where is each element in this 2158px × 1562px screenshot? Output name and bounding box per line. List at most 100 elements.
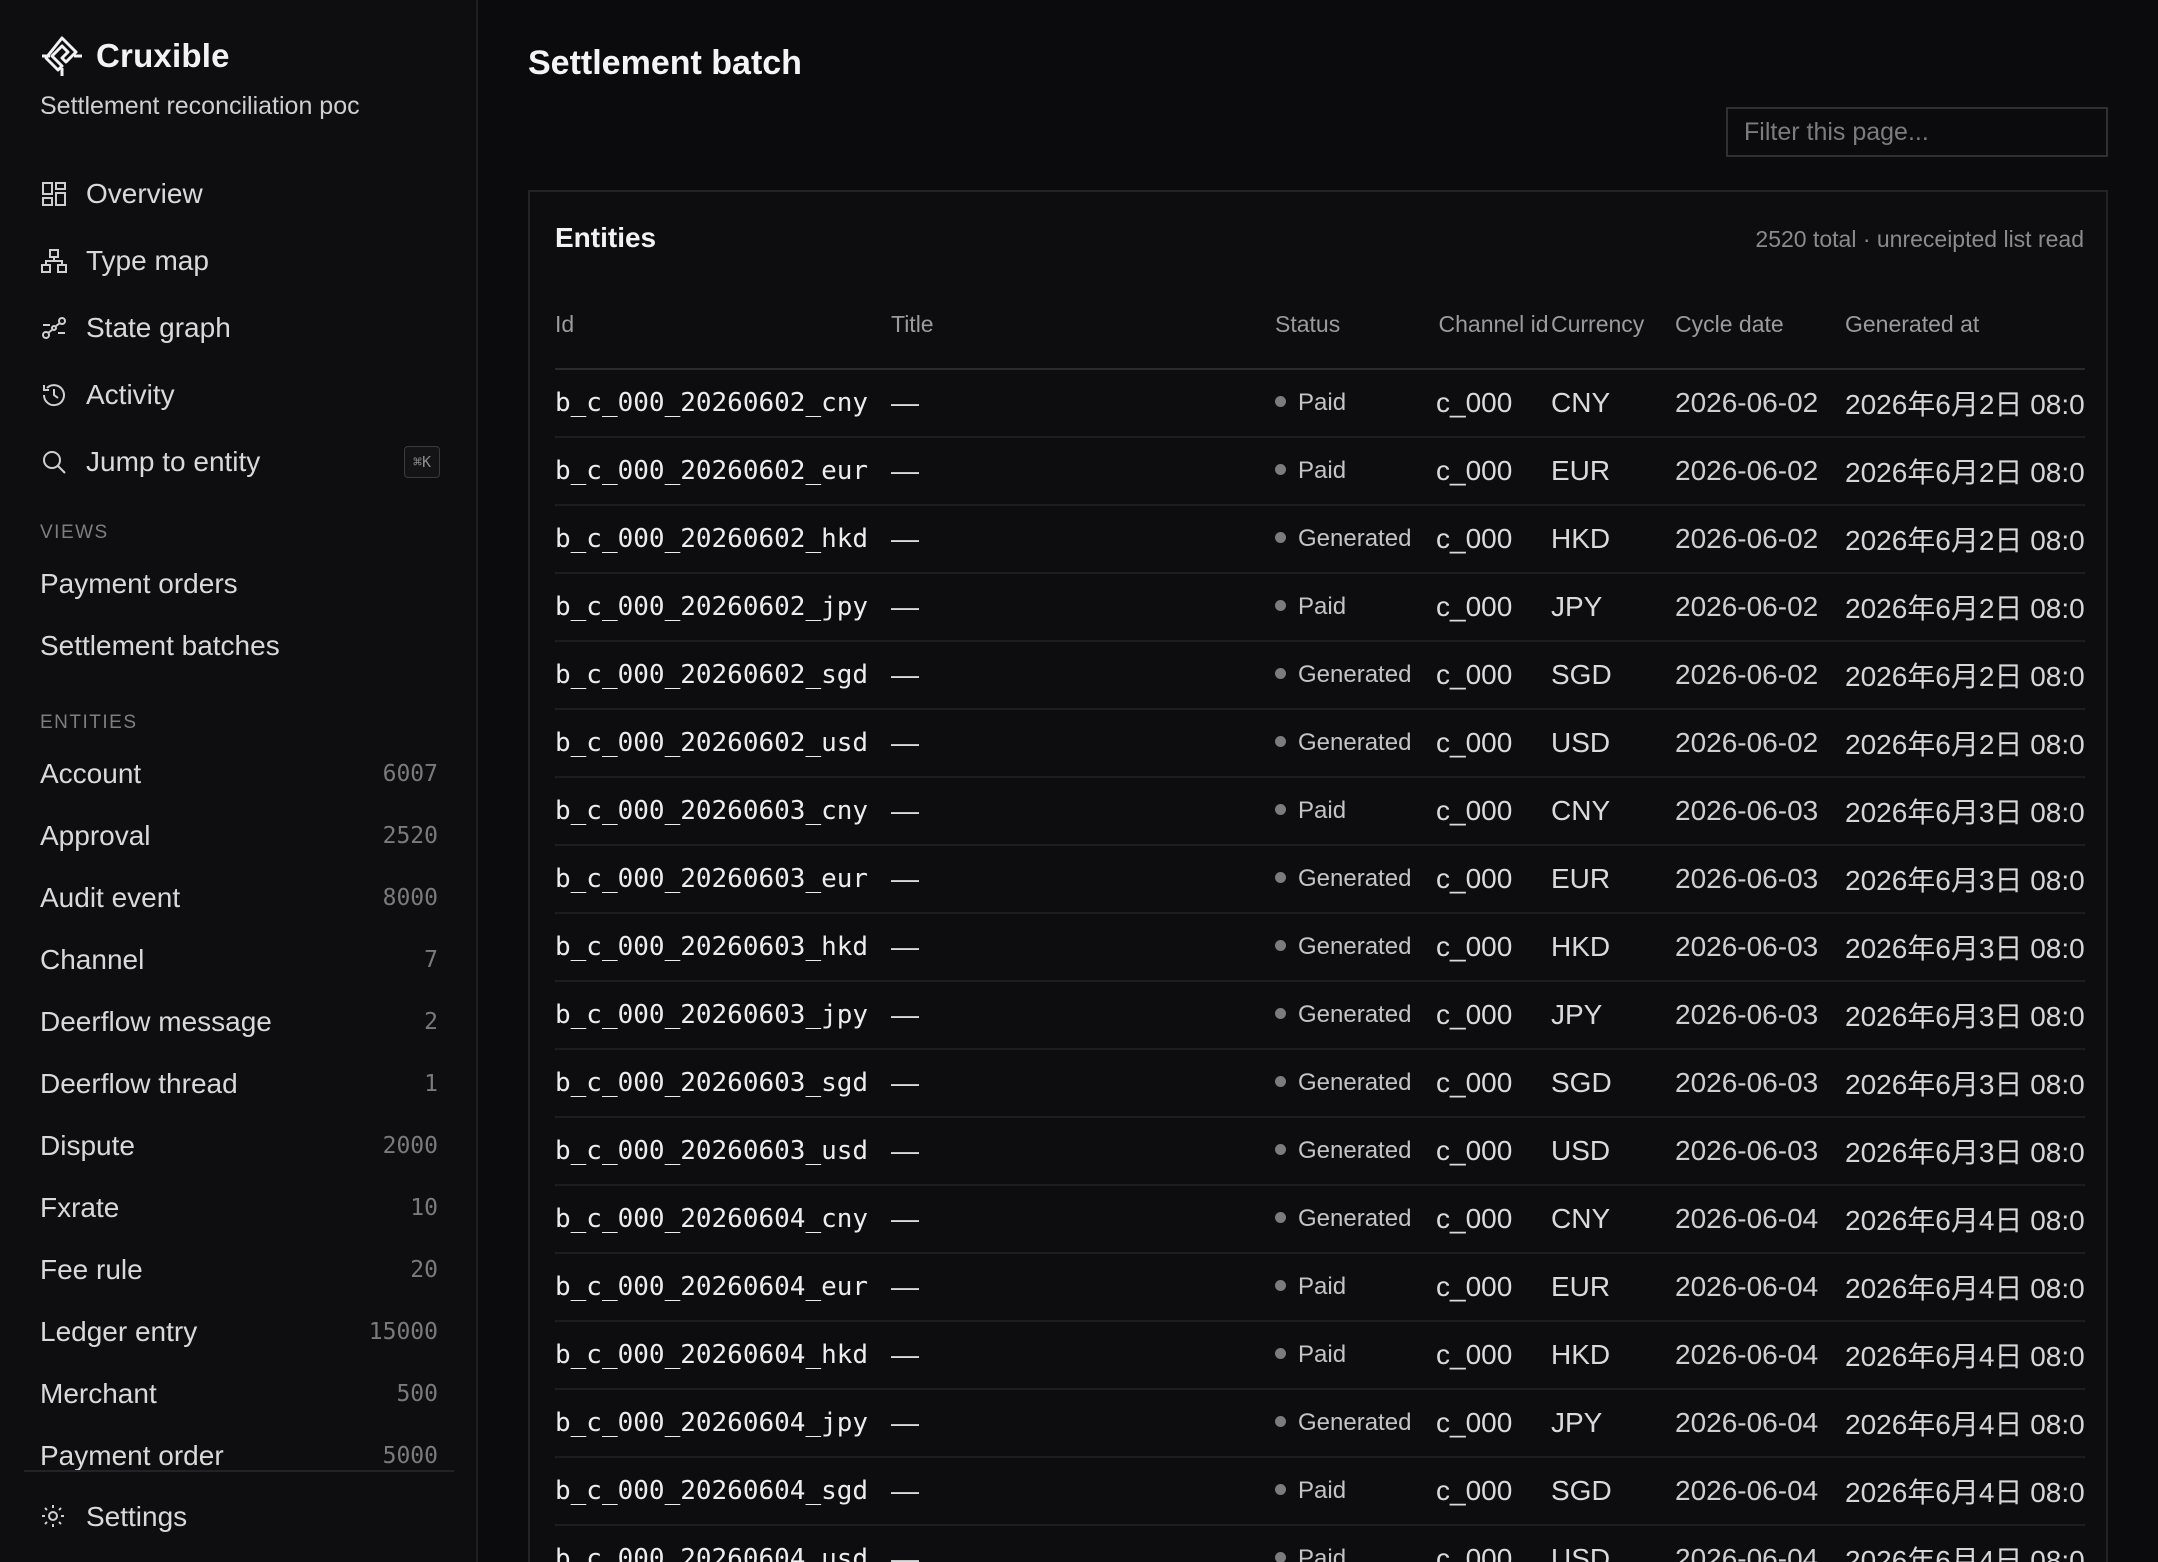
views-section-label: VIEWS (40, 522, 109, 543)
sidebar-entity-item[interactable]: Audit event 8000 (40, 867, 438, 929)
filter-input[interactable] (1726, 107, 2108, 157)
sidebar-entity-item[interactable]: Fee rule 20 (40, 1239, 438, 1301)
column-header-channel-id[interactable]: Channel id (1436, 280, 1551, 370)
nav-item-state-graph[interactable]: State graph (40, 294, 440, 361)
cell-id[interactable]: b_c_000_20260604_hkd (555, 1321, 891, 1390)
cell-id[interactable]: b_c_000_20260602_jpy (555, 573, 891, 642)
sidebar-entity-item[interactable]: Account 6007 (40, 743, 438, 805)
table-row[interactable]: b_c_000_20260604_sgd — Paid c_000 SGD 2026-06… (555, 1457, 2085, 1526)
table-row[interactable]: b_c_000_20260602_hkd — Generated c_000 HKD 20… (555, 505, 2085, 574)
status-label: Generated (1298, 525, 1412, 552)
nav-item-jump-to-entity[interactable]: Jump to entity ⌘K (40, 428, 440, 495)
table-row[interactable]: b_c_000_20260603_sgd — Generated c_000 SGD 20… (555, 1049, 2085, 1118)
cell-title: — (891, 913, 1275, 982)
column-header-id[interactable]: Id (555, 280, 891, 370)
cell-currency: CNY (1551, 777, 1675, 846)
cell-channel-id: c_000 (1436, 369, 1551, 438)
status-label: Paid (1298, 1477, 1347, 1504)
table-row[interactable]: b_c_000_20260602_usd — Generated c_000 USD 20… (555, 709, 2085, 778)
cell-currency: HKD (1551, 913, 1675, 982)
sidebar-entity-item[interactable]: Merchant 500 (40, 1363, 438, 1425)
table-row[interactable]: b_c_000_20260604_hkd — Paid c_000 HKD 2026-06… (555, 1321, 2085, 1390)
table-row[interactable]: b_c_000_20260603_jpy — Generated c_000 JPY 20… (555, 981, 2085, 1050)
nav-label: Activity (86, 378, 175, 410)
cell-id[interactable]: b_c_000_20260604_sgd (555, 1457, 891, 1526)
cell-id[interactable]: b_c_000_20260603_hkd (555, 913, 891, 982)
sidebar-entity-item[interactable]: Deerflow message 2 (40, 991, 438, 1053)
cell-id[interactable]: b_c_000_20260603_eur (555, 845, 891, 914)
table-row[interactable]: b_c_000_20260602_jpy — Paid c_000 JPY 2026-06… (555, 573, 2085, 642)
table-row[interactable]: b_c_000_20260602_cny — Paid c_000 CNY 2026-06… (555, 369, 2085, 438)
status-label: Generated (1298, 933, 1412, 960)
sidebar-entity-item[interactable]: Payment order 5000 (40, 1425, 438, 1471)
cell-title: — (891, 1457, 1275, 1526)
cell-id[interactable]: b_c_000_20260602_eur (555, 437, 891, 506)
column-header-title[interactable]: Title (891, 280, 1275, 370)
sidebar-entity-item[interactable]: Deerflow thread 1 (40, 1053, 438, 1115)
column-header-generated-at[interactable]: Generated at (1845, 280, 2085, 370)
cell-channel-id: c_000 (1436, 777, 1551, 846)
sidebar-entity-item[interactable]: Approval 2520 (40, 805, 438, 867)
cell-id[interactable]: b_c_000_20260603_usd (555, 1117, 891, 1186)
cell-id[interactable]: b_c_000_20260602_sgd (555, 641, 891, 710)
table-row[interactable]: b_c_000_20260602_sgd — Generated c_000 SGD 20… (555, 641, 2085, 710)
cell-currency: SGD (1551, 1049, 1675, 1118)
cell-status: Generated (1275, 913, 1436, 982)
cell-id[interactable]: b_c_000_20260604_usd (555, 1525, 891, 1562)
cell-currency: HKD (1551, 1321, 1675, 1390)
entity-label: Dispute (40, 1130, 135, 1161)
column-header-currency[interactable]: Currency (1551, 280, 1675, 370)
cell-id[interactable]: b_c_000_20260604_cny (555, 1185, 891, 1254)
cell-id[interactable]: b_c_000_20260604_jpy (555, 1389, 891, 1458)
nav-item-overview[interactable]: Overview (40, 160, 440, 227)
table-row[interactable]: b_c_000_20260603_hkd — Generated c_000 HKD 20… (555, 913, 2085, 982)
column-header-status[interactable]: Status (1275, 280, 1436, 370)
table-row[interactable]: b_c_000_20260604_usd — Paid c_000 USD 2026-06… (555, 1525, 2085, 1562)
table-row[interactable]: b_c_000_20260604_jpy — Generated c_000 JPY 20… (555, 1389, 2085, 1458)
cell-title: — (891, 981, 1275, 1050)
cell-status: Paid (1275, 1253, 1436, 1322)
cell-channel-id: c_000 (1436, 505, 1551, 574)
brand[interactable]: Cruxible (40, 34, 230, 78)
status-dot-icon (1275, 736, 1286, 748)
cell-currency: SGD (1551, 1457, 1675, 1526)
view-item-payment-orders[interactable]: Payment orders (40, 553, 440, 615)
cell-generated-at: 2026年6月4日 08:0 (1845, 1185, 2085, 1254)
table-row[interactable]: b_c_000_20260603_usd — Generated c_000 USD 20… (555, 1117, 2085, 1186)
entity-label: Merchant (40, 1378, 157, 1409)
cell-id[interactable]: b_c_000_20260603_jpy (555, 981, 891, 1050)
table-row[interactable]: b_c_000_20260604_cny — Generated c_000 CNY 20… (555, 1185, 2085, 1254)
entity-count: 7 (424, 947, 438, 973)
cell-id[interactable]: b_c_000_20260602_hkd (555, 505, 891, 574)
entity-count: 20 (410, 1257, 438, 1283)
cell-status: Paid (1275, 1457, 1436, 1526)
cell-currency: USD (1551, 709, 1675, 778)
status-label: Generated (1298, 1409, 1412, 1436)
table-row[interactable]: b_c_000_20260603_eur — Generated c_000 EUR 20… (555, 845, 2085, 914)
view-item-settlement-batches[interactable]: Settlement batches (40, 615, 440, 677)
sidebar-entity-item[interactable]: Ledger entry 15000 (40, 1301, 438, 1363)
views-list: Payment orders Settlement batches (40, 553, 440, 677)
cell-id[interactable]: b_c_000_20260604_eur (555, 1253, 891, 1322)
cell-currency: CNY (1551, 1185, 1675, 1254)
cell-id[interactable]: b_c_000_20260603_sgd (555, 1049, 891, 1118)
settings-button[interactable]: Settings (40, 1486, 187, 1548)
status-dot-icon (1275, 1144, 1286, 1156)
cell-id[interactable]: b_c_000_20260602_usd (555, 709, 891, 778)
sidebar-entity-item[interactable]: Channel 7 (40, 929, 438, 991)
nav-item-activity[interactable]: Activity (40, 361, 440, 428)
table-row[interactable]: b_c_000_20260603_cny — Paid c_000 CNY 2026-06… (555, 777, 2085, 846)
nav-item-type-map[interactable]: Type map (40, 227, 440, 294)
sidebar-entity-item[interactable]: Fxrate 10 (40, 1177, 438, 1239)
column-header-cycle-date[interactable]: Cycle date (1675, 280, 1845, 370)
cell-currency: USD (1551, 1525, 1675, 1562)
cell-id[interactable]: b_c_000_20260602_cny (555, 369, 891, 438)
entities-list[interactable]: Account 6007 Approval 2520 Audit event 8000 Ch… (40, 743, 438, 1471)
cell-status: Paid (1275, 777, 1436, 846)
cell-id[interactable]: b_c_000_20260603_cny (555, 777, 891, 846)
table-row[interactable]: b_c_000_20260602_eur — Paid c_000 EUR 2026-06… (555, 437, 2085, 506)
status-label: Paid (1298, 1341, 1347, 1368)
cell-status: Paid (1275, 1525, 1436, 1562)
table-row[interactable]: b_c_000_20260604_eur — Paid c_000 EUR 2026-06… (555, 1253, 2085, 1322)
sidebar-entity-item[interactable]: Dispute 2000 (40, 1115, 438, 1177)
